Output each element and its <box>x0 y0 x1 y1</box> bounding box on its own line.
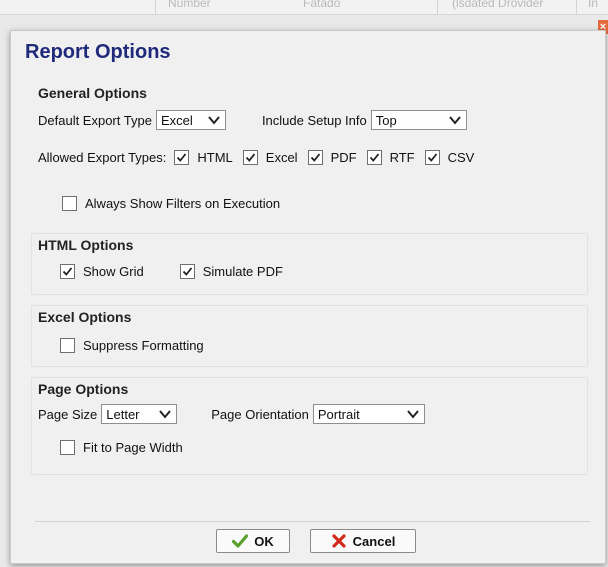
suppress-formatting-checkbox[interactable] <box>60 338 75 353</box>
include-setup-label: Include Setup Info <box>261 112 367 128</box>
ok-button[interactable]: OK <box>216 529 290 553</box>
general-options-group: General Options Default Export Type Exce… <box>31 81 588 225</box>
page-size-row: Page Size Letter Page Orientation Portra… <box>38 404 425 424</box>
allowed-type-pdf: PDF <box>307 150 357 165</box>
chevron-down-icon <box>158 407 172 421</box>
chevron-down-icon <box>448 113 462 127</box>
always-show-filters-checkbox[interactable] <box>62 196 77 211</box>
allowed-html-label: HTML <box>197 150 233 165</box>
allowed-types-label: Allowed Export Types: <box>38 150 167 165</box>
cancel-button[interactable]: Cancel <box>310 529 416 553</box>
bg-col-separator <box>155 0 156 14</box>
footer-divider <box>35 521 590 522</box>
bg-col-1: Number <box>168 0 211 10</box>
ok-button-label: OK <box>254 533 274 549</box>
page-size-value: Letter <box>106 406 140 422</box>
default-export-label: Default Export Type <box>38 112 152 128</box>
allowed-pdf-checkbox[interactable] <box>307 150 323 165</box>
excel-options-title: Excel Options <box>38 309 132 325</box>
page-orientation-label: Page Orientation <box>211 406 309 422</box>
chevron-down-icon <box>406 407 420 421</box>
checkmark-icon <box>232 533 249 549</box>
allowed-type-rtf: RTF <box>366 150 415 165</box>
include-setup-select[interactable]: Top <box>370 110 467 130</box>
html-options-title: HTML Options <box>38 237 134 253</box>
bg-col-4: In <box>588 0 599 10</box>
default-export-value: Excel <box>160 112 193 128</box>
cancel-button-label: Cancel <box>352 533 396 549</box>
page-size-select[interactable]: Letter <box>101 404 178 424</box>
allowed-type-excel: Excel <box>242 150 298 165</box>
allowed-rtf-checkbox[interactable] <box>366 150 382 165</box>
page-options-group: Page Options Page Size Letter Page Orien… <box>31 377 588 475</box>
default-export-select[interactable]: Excel <box>155 110 226 130</box>
simulate-pdf-checkbox[interactable] <box>179 264 195 279</box>
default-export-row: Default Export Type Excel Include Setup … <box>38 110 467 130</box>
allowed-excel-label: Excel <box>265 150 298 165</box>
dialog-title: Report Options <box>25 41 171 63</box>
allowed-html-checkbox[interactable] <box>174 150 190 165</box>
bg-col-separator <box>576 0 577 14</box>
report-options-dialog: Report Options General Options Default E… <box>10 30 606 564</box>
fit-width-row: Fit to Page Width <box>60 440 183 455</box>
page-orientation-value: Portrait <box>317 406 360 422</box>
page-size-label: Page Size <box>38 406 98 422</box>
page-orientation-select[interactable]: Portrait <box>312 404 425 424</box>
bg-col-separator <box>437 0 438 14</box>
html-options-group: HTML Options Show Grid Simulate PDF <box>31 233 588 295</box>
fit-to-page-width-checkbox[interactable] <box>60 440 75 455</box>
show-grid-checkbox[interactable] <box>60 264 75 279</box>
allowed-csv-label: CSV <box>447 150 475 165</box>
suppress-formatting-label: Suppress Formatting <box>83 338 204 353</box>
simulate-pdf-label: Simulate PDF <box>202 264 283 279</box>
page-options-title: Page Options <box>38 381 129 397</box>
always-show-filters-row: Always Show Filters on Execution <box>62 196 280 211</box>
bg-col-2: Fatado <box>303 0 341 10</box>
allowed-pdf-label: PDF <box>330 150 357 165</box>
suppress-formatting-row: Suppress Formatting <box>60 338 204 353</box>
allowed-rtf-label: RTF <box>389 150 415 165</box>
chevron-down-icon <box>207 113 221 127</box>
include-setup-value: Top <box>375 112 397 128</box>
background-grid-header: Number Fatado (lsdated Drovider In <box>0 0 608 15</box>
allowed-types-row: Allowed Export Types: HTML Excel PDF RTF… <box>38 150 484 165</box>
always-show-filters-label: Always Show Filters on Execution <box>85 196 281 211</box>
html-options-row: Show Grid Simulate PDF <box>60 264 283 279</box>
fit-to-page-width-label: Fit to Page Width <box>83 440 183 455</box>
show-grid-label: Show Grid <box>83 264 144 279</box>
allowed-excel-checkbox[interactable] <box>242 150 258 165</box>
allowed-csv-checkbox[interactable] <box>424 150 440 165</box>
red-x-icon <box>331 533 347 549</box>
allowed-type-html: HTML <box>174 150 233 165</box>
allowed-type-csv: CSV <box>424 150 475 165</box>
bg-col-3: (lsdated Drovider <box>452 0 544 10</box>
excel-options-group: Excel Options Suppress Formatting <box>31 305 588 367</box>
general-options-title: General Options <box>38 85 147 101</box>
